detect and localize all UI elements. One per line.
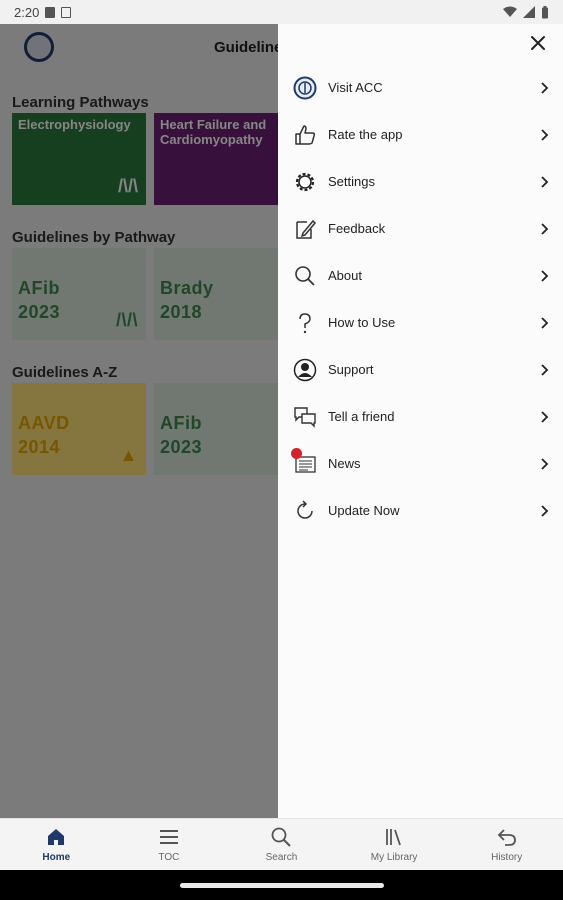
nav-label: History <box>491 852 523 863</box>
menu-item-label: Visit ACC <box>328 80 383 95</box>
menu-item-feedback[interactable]: Feedback <box>278 205 563 252</box>
chevron-right-icon <box>541 316 549 329</box>
sim-card-icon <box>45 6 56 18</box>
nav-history[interactable]: History <box>450 819 563 870</box>
nav-label: TOC <box>158 852 180 863</box>
screenshot-icon <box>61 6 72 18</box>
nav-my-library[interactable]: My Library <box>338 819 451 870</box>
chevron-right-icon <box>541 81 549 94</box>
menu-item-label: About <box>328 268 362 283</box>
menu-item-news[interactable]: News <box>278 440 563 487</box>
chevron-right-icon <box>541 504 549 517</box>
edit-note-icon <box>292 216 318 242</box>
gesture-bar <box>0 870 563 900</box>
chat-bubbles-icon <box>292 404 318 430</box>
menu-item-update-now[interactable]: Update Now <box>278 487 563 534</box>
question-mark-icon <box>292 310 318 336</box>
newspaper-icon <box>291 447 318 477</box>
menu-item-support[interactable]: Support <box>278 346 563 393</box>
nav-label: My Library <box>370 852 418 863</box>
acc-logo-icon <box>292 75 318 101</box>
menu-item-label: Rate the app <box>328 127 403 142</box>
battery-icon <box>542 5 548 18</box>
nav-search[interactable]: Search <box>225 819 338 870</box>
chevron-right-icon <box>541 363 549 376</box>
home-gesture-handle[interactable] <box>180 883 384 888</box>
wifi-icon <box>503 6 517 17</box>
chevron-right-icon <box>541 410 549 423</box>
status-bar: 2:20 <box>0 0 563 24</box>
status-time: 2:20 <box>14 4 40 20</box>
menu-item-how-to-use[interactable]: How to Use <box>278 299 563 346</box>
thumbs-up-icon <box>292 122 318 148</box>
menu-item-label: Update Now <box>328 503 400 518</box>
chevron-right-icon <box>541 457 549 470</box>
menu-item-label: Tell a friend <box>328 409 395 424</box>
search-icon <box>272 827 292 847</box>
news-badge <box>291 447 302 459</box>
menu-item-label: Support <box>328 362 374 377</box>
close-icon[interactable] <box>527 32 549 54</box>
menu-item-settings[interactable]: Settings <box>278 158 563 205</box>
nav-home[interactable]: Home <box>0 819 113 870</box>
nav-toc[interactable]: TOC <box>113 819 226 870</box>
side-drawer: Visit ACC Rate the app Settings Feedback <box>278 24 563 818</box>
bottom-nav: Home TOC Search My Library History <box>0 818 563 870</box>
menu-item-about[interactable]: About <box>278 252 563 299</box>
nav-label: Search <box>265 852 298 863</box>
menu-item-tell-a-friend[interactable]: Tell a friend <box>278 393 563 440</box>
nav-label: Home <box>42 852 71 863</box>
menu-item-label: Settings <box>328 174 375 189</box>
menu-item-label: Feedback <box>328 221 386 236</box>
menu-item-label: How to Use <box>328 315 396 330</box>
undo-icon <box>497 829 516 846</box>
refresh-icon <box>292 498 318 524</box>
home-icon <box>48 829 65 845</box>
menu-icon <box>159 830 178 844</box>
signal-icon <box>523 6 535 18</box>
menu-item-rate-the-app[interactable]: Rate the app <box>278 111 563 158</box>
drawer-menu: Visit ACC Rate the app Settings Feedback <box>278 64 563 534</box>
chevron-right-icon <box>541 269 549 282</box>
person-icon <box>292 357 318 383</box>
library-icon <box>386 829 401 846</box>
chevron-right-icon <box>541 222 549 235</box>
search-icon <box>292 263 318 289</box>
drawer-scrim[interactable] <box>0 24 278 818</box>
chevron-right-icon <box>541 128 549 141</box>
chevron-right-icon <box>541 175 549 188</box>
menu-item-label: News <box>328 456 361 471</box>
menu-item-visit-acc[interactable]: Visit ACC <box>278 64 563 111</box>
gear-icon <box>292 169 318 195</box>
